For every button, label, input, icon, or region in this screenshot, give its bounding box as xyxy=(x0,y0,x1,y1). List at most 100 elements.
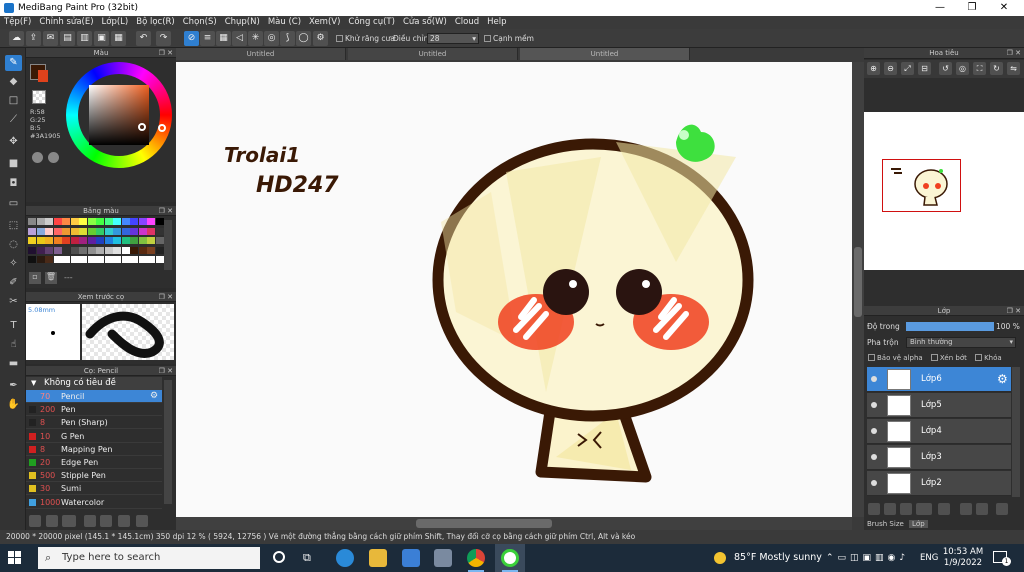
palette-swatch[interactable] xyxy=(121,227,130,235)
navigator-viewport-frame[interactable] xyxy=(882,159,961,212)
palette-swatch[interactable] xyxy=(53,227,62,235)
fit-icon[interactable]: ⤢ xyxy=(901,62,914,75)
select-pen-tool-icon[interactable]: ✐ xyxy=(5,275,22,291)
save-icon[interactable]: ▣ xyxy=(94,31,109,46)
brush-item[interactable]: 1000 Watercolor xyxy=(26,496,162,509)
lock-checkbox[interactable] xyxy=(975,354,983,361)
palette-swatch[interactable] xyxy=(45,256,53,263)
camera-icon[interactable] xyxy=(434,549,452,567)
message-icon[interactable]: ▤ xyxy=(60,31,75,46)
palette-swatch[interactable] xyxy=(70,237,79,244)
palette-swatch[interactable] xyxy=(28,237,36,244)
brush-item[interactable]: 200 Pen xyxy=(26,403,162,417)
palette-swatch[interactable] xyxy=(104,246,113,254)
palette-swatch[interactable] xyxy=(104,218,113,225)
notification-icon[interactable]: 1 xyxy=(993,551,1011,566)
transparent-color-swatch[interactable] xyxy=(32,90,46,104)
palette-swatch[interactable] xyxy=(62,246,70,254)
palette-swatch[interactable] xyxy=(113,237,121,244)
menu-color[interactable]: Màu (C) xyxy=(264,16,305,29)
menu-cloud[interactable]: Cloud xyxy=(451,16,483,29)
palette-swatch[interactable] xyxy=(130,246,138,254)
new-layer-icon[interactable] xyxy=(868,503,880,515)
palette-swatch[interactable] xyxy=(79,227,87,235)
snap-circle-icon[interactable]: ◎ xyxy=(264,31,279,46)
fill-rect-tool-icon[interactable]: ■ xyxy=(5,156,22,172)
palette-swatch[interactable] xyxy=(121,237,130,244)
doc-tab-1[interactable]: Untitled xyxy=(176,48,346,60)
layer-row[interactable]: Lớp5 xyxy=(867,393,1011,418)
palette-swatch[interactable] xyxy=(87,256,96,263)
palette-swatch[interactable] xyxy=(130,256,138,263)
palette-swatch[interactable] xyxy=(53,218,62,225)
menu-edit[interactable]: Chỉnh sửa(E) xyxy=(35,16,97,29)
palette-swatch[interactable] xyxy=(130,237,138,244)
lasso-tool-icon[interactable]: ◌ xyxy=(5,237,22,253)
palette-swatch[interactable] xyxy=(70,227,79,235)
palette-swatch[interactable] xyxy=(130,218,138,225)
tray-icons[interactable]: ⌃▭◫▣▥◉♪ xyxy=(826,544,909,572)
palette-swatch[interactable] xyxy=(70,256,79,263)
snap-off-icon[interactable]: ⊘ xyxy=(184,31,199,46)
menu-tools[interactable]: Công cụ(T) xyxy=(344,16,399,29)
grid-icon[interactable]: ▦ xyxy=(111,31,126,46)
magic-wand-tool-icon[interactable]: ✧ xyxy=(5,256,22,272)
palette-swatch[interactable] xyxy=(113,246,121,254)
soft-edge-option[interactable]: Cạnh mềm xyxy=(484,29,534,48)
task-view-icon[interactable]: ⧉ xyxy=(303,551,311,565)
dot-tool-icon[interactable]: ⟋ xyxy=(5,112,22,128)
close-icon[interactable]: ❐ ✕ xyxy=(159,48,173,58)
minimize-button[interactable]: — xyxy=(925,0,955,16)
clipping-checkbox[interactable] xyxy=(930,354,938,361)
windows-start-icon[interactable] xyxy=(8,551,22,565)
palette-swatch[interactable] xyxy=(96,227,104,235)
brush-list-scrollbar[interactable] xyxy=(164,380,172,504)
upload-icon[interactable]: ⇪ xyxy=(26,31,41,46)
snap-vanish-icon[interactable]: ◁ xyxy=(232,31,247,46)
palette-swatch[interactable] xyxy=(147,237,155,244)
palette-swatch[interactable] xyxy=(62,218,70,225)
palette-swatch[interactable] xyxy=(53,256,62,263)
navigator-preview[interactable] xyxy=(864,112,1024,270)
snap-curve-icon[interactable]: ⟆ xyxy=(280,31,295,46)
brush-item[interactable]: 20 Edge Pen xyxy=(26,456,162,469)
mail-icon[interactable] xyxy=(402,549,420,567)
zoom-out-icon[interactable]: ⊖ xyxy=(884,62,897,75)
select-eraser-tool-icon[interactable]: ✂ xyxy=(5,294,22,310)
menu-layer[interactable]: Lớp(L) xyxy=(98,16,133,29)
palette-swatch[interactable] xyxy=(155,227,164,235)
sv-cursor[interactable] xyxy=(138,123,146,131)
actual-size-icon[interactable]: ⊟ xyxy=(918,62,931,75)
text-tool-icon[interactable]: T xyxy=(5,318,22,334)
palette-swatch[interactable] xyxy=(53,246,62,254)
palette-swatch[interactable] xyxy=(113,256,121,263)
delete-layer-icon[interactable] xyxy=(996,503,1008,515)
palette-swatch[interactable] xyxy=(138,227,147,235)
rectangle-tool-icon[interactable]: □ xyxy=(5,93,22,109)
layer-row[interactable]: Lớp3 xyxy=(867,445,1011,470)
palette-mode-icon[interactable] xyxy=(32,152,43,163)
brush-item[interactable]: 500 Stipple Pen xyxy=(26,469,162,483)
palette-swatch[interactable] xyxy=(113,227,121,235)
folder-icon[interactable] xyxy=(938,503,950,515)
weather-text[interactable]: 85°F Mostly sunny xyxy=(734,544,822,572)
new-folder-layer-icon[interactable] xyxy=(900,503,912,515)
eye-icon[interactable] xyxy=(871,454,877,460)
chrome-icon[interactable] xyxy=(467,549,485,567)
menu-file[interactable]: Tệp(F) xyxy=(0,16,35,29)
taskbar-search[interactable]: ⌕ Type here to search xyxy=(38,547,260,569)
palette-swatch[interactable] xyxy=(130,227,138,235)
palette-swatch[interactable] xyxy=(36,218,45,225)
brush-folder-icon[interactable] xyxy=(118,515,130,527)
undo-icon[interactable]: ↶ xyxy=(136,31,151,46)
eye-icon[interactable] xyxy=(871,402,877,408)
palette-swatch[interactable] xyxy=(96,246,104,254)
divide-tool-icon[interactable]: ▬ xyxy=(5,356,22,372)
layer-list-scrollbar[interactable] xyxy=(1012,367,1020,497)
palette-swatch[interactable] xyxy=(113,218,121,225)
brush-item[interactable]: 10 G Pen xyxy=(26,430,162,443)
fullscreen-icon[interactable]: ⛶ xyxy=(973,62,986,75)
zoom-in-icon[interactable]: ⊕ xyxy=(867,62,880,75)
palette-swatch[interactable] xyxy=(155,237,164,244)
snap-radial-icon[interactable]: ✳ xyxy=(248,31,263,46)
